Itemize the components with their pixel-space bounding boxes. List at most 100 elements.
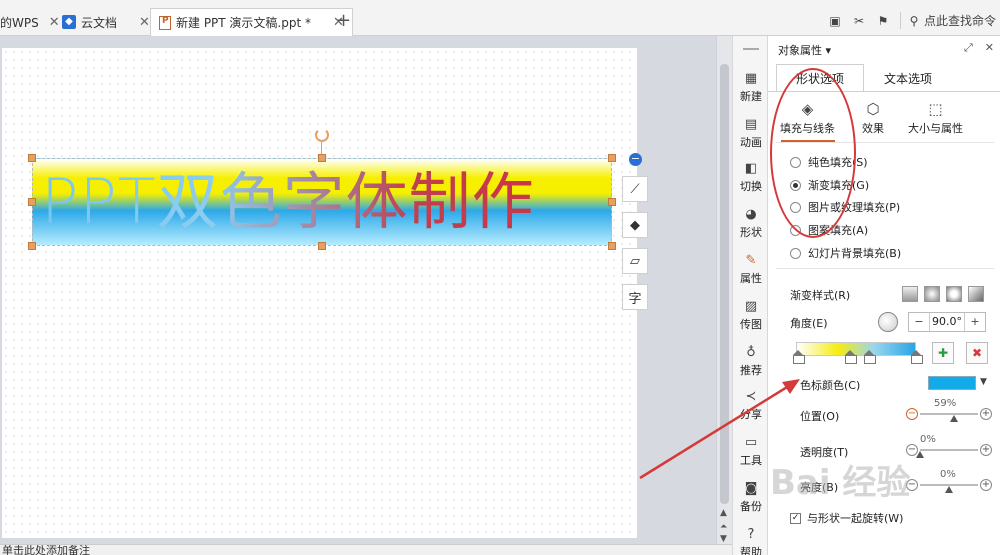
collapse-icon[interactable]: − [629, 153, 642, 166]
slider-thumb[interactable] [945, 486, 953, 493]
text-style-icon[interactable]: 字 [622, 284, 648, 310]
slider-thumb[interactable] [916, 451, 924, 458]
backup-icon: ◙ [744, 480, 758, 496]
size-icon: ⬚ [928, 100, 943, 118]
gradient-linear-preset[interactable] [902, 286, 918, 302]
add-stop-button[interactable]: ✚ [932, 342, 954, 364]
position-slider[interactable]: − 59% + [906, 398, 992, 424]
sidebar-item-properties[interactable]: ✎ 属性 [733, 252, 769, 286]
increase-icon[interactable]: + [980, 408, 992, 420]
toolbox-icon: ▭ [744, 434, 758, 450]
angle-decrease-button[interactable]: − [909, 313, 929, 331]
gradient-stop-1[interactable] [793, 350, 805, 364]
panel-title[interactable]: 对象属性 ▾ [778, 42, 831, 58]
flag-icon[interactable]: ⚑ [876, 14, 890, 28]
resize-handle-left[interactable] [28, 198, 36, 206]
radio-slide-background[interactable] [790, 247, 801, 259]
scroll-up-icon[interactable]: ▲ [720, 508, 727, 518]
tab-cloud-docs[interactable]: ◆ 云文档 ✕ [62, 8, 150, 36]
slider-track[interactable] [920, 413, 978, 415]
angle-input[interactable]: 90.0° [929, 313, 965, 331]
increase-icon[interactable]: + [980, 479, 992, 491]
rotate-with-shape-checkbox[interactable]: ✓ [790, 512, 801, 524]
new-tab-button[interactable]: + [336, 10, 351, 31]
close-icon[interactable]: ✕ [49, 15, 60, 30]
sidebar-item-tools[interactable]: ▭ 工具 [733, 434, 769, 468]
angle-increase-button[interactable]: + [965, 313, 985, 331]
new-icon: ▦ [744, 70, 758, 86]
sidebar-item-share[interactable]: ≺ 分享 [733, 388, 769, 422]
brightness-slider[interactable]: − 0% + [906, 469, 992, 495]
gradient-stops-bar[interactable] [796, 342, 916, 356]
resize-handle-bottom[interactable] [318, 242, 326, 250]
sidebar-item-upload-image[interactable]: ▨ 传图 [733, 298, 769, 332]
command-search[interactable]: ⚲ 点此查找命令 [899, 12, 996, 29]
subtab-effects[interactable]: ⬡ 效果 [862, 100, 884, 136]
text-box[interactable]: PPT双色字体制作 [32, 158, 612, 246]
search-label: 点此查找命令 [923, 14, 996, 28]
rotate-with-shape-option[interactable]: ✓ 与形状一起旋转(W) [790, 510, 903, 526]
scrollbar-thumb[interactable] [720, 64, 729, 504]
scroll-down-icon[interactable]: ▼ [720, 534, 727, 544]
subtab-size-and-properties[interactable]: ⬚ 大小与属性 [908, 100, 963, 136]
transparency-slider[interactable]: − 0% + [906, 434, 992, 460]
toolbar-handle [743, 48, 759, 50]
gradient-stop-3-selected[interactable] [864, 350, 876, 364]
sidebar-item-animation[interactable]: ▤ 动画 [733, 116, 769, 150]
properties-icon: ✎ [745, 252, 757, 268]
tab-ppt-document[interactable]: 新建 PPT 演示文稿.ppt * ✕ [150, 8, 353, 36]
resize-handle-top-left[interactable] [28, 154, 36, 162]
sidebar-item-help[interactable]: ? 帮助 [733, 526, 769, 555]
slide-title-text[interactable]: PPT双色字体制作 [41, 159, 611, 247]
undock-icon[interactable]: ⤢ [964, 41, 973, 55]
ppt-file-icon [159, 15, 171, 30]
slider-thumb[interactable] [950, 415, 959, 422]
fill-bucket-icon[interactable]: ◆ [622, 212, 648, 238]
outline-icon[interactable]: ▱ [622, 248, 648, 274]
stop-color-picker[interactable] [928, 376, 976, 390]
resize-handle-bottom-left[interactable] [28, 242, 36, 250]
tab-text-options[interactable]: 文本选项 [864, 64, 952, 92]
slide-canvas[interactable]: PPT双色字体制作 [2, 48, 637, 538]
resize-handle-top-right[interactable] [608, 154, 616, 162]
scroll-page-up-icon[interactable]: ⏶ [720, 522, 727, 532]
angle-dial[interactable] [878, 312, 898, 332]
tab-bar: 的WPS ✕ ◆ 云文档 ✕ 新建 PPT 演示文稿.ppt * ✕ + ▣ ✂… [0, 0, 1000, 36]
chevron-down-icon[interactable]: ▼ [980, 377, 987, 387]
angle-stepper: − 90.0° + [908, 312, 986, 332]
close-icon[interactable]: ✕ [139, 15, 150, 30]
gradient-stop-2[interactable] [845, 350, 857, 364]
slide-editing-area: PPT双色字体制作 − ⟋ ◆ ▱ 字 [0, 36, 716, 544]
remove-stop-button[interactable]: ✖ [966, 342, 988, 364]
gradient-path-preset[interactable] [968, 286, 984, 302]
lightbulb-icon: ♁ [746, 344, 756, 360]
sidebar-item-recommend[interactable]: ♁ 推荐 [733, 344, 769, 378]
fill-option-slide-background[interactable]: 幻灯片背景填充(B) [790, 245, 901, 261]
sidebar-item-backup[interactable]: ◙ 备份 [733, 480, 769, 514]
slider-track[interactable] [920, 449, 978, 451]
resize-handle-right[interactable] [608, 198, 616, 206]
panel-controls: ⤢ ✕ [964, 41, 994, 55]
tool-icon[interactable]: ✂ [852, 14, 866, 28]
resize-handle-top[interactable] [318, 154, 326, 162]
close-icon[interactable]: ✕ [985, 41, 994, 55]
rotate-handle[interactable] [315, 128, 329, 142]
gradient-stop-4[interactable] [911, 350, 923, 364]
sidebar-item-transition[interactable]: ◧ 切换 [733, 160, 769, 194]
decrease-icon[interactable]: − [906, 479, 918, 491]
decrease-icon[interactable]: − [906, 408, 918, 420]
increase-icon[interactable]: + [980, 444, 992, 456]
transparency-label: 透明度(T) [800, 446, 849, 459]
gradient-style-presets [902, 286, 984, 302]
help-icon: ? [747, 526, 755, 542]
gradient-radial-preset[interactable] [924, 286, 940, 302]
resize-handle-bottom-right[interactable] [608, 242, 616, 250]
edit-shape-icon[interactable]: ⟋ [622, 176, 648, 202]
gradient-rect-preset[interactable] [946, 286, 962, 302]
tab-wps[interactable]: 的WPS ✕ [0, 8, 60, 36]
vertical-scrollbar[interactable]: ▲ ⏶ ▼ [716, 36, 732, 544]
notes-bar[interactable]: 单击此处添加备注 [0, 544, 732, 555]
sidebar-item-shape[interactable]: ◕ 形状 [733, 206, 769, 240]
sidebar-item-new[interactable]: ▦ 新建 [733, 70, 769, 104]
screen-icon[interactable]: ▣ [828, 14, 842, 28]
